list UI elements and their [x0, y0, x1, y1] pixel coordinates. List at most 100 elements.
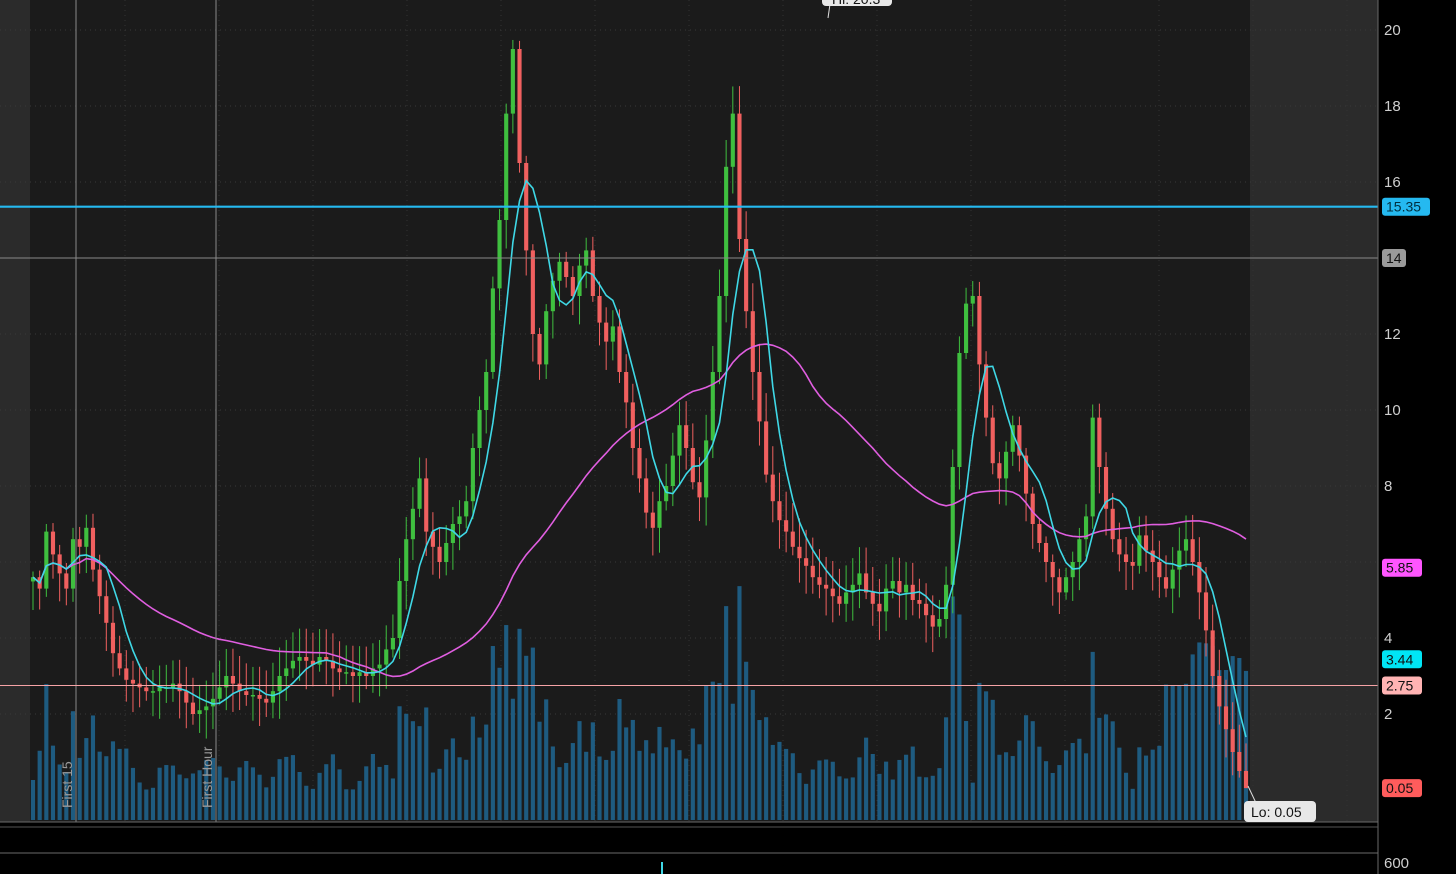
candle-body — [1037, 524, 1042, 543]
volume-bar — [1157, 745, 1162, 820]
candle-body — [557, 261, 562, 281]
candle-body — [1163, 577, 1169, 589]
candle-body — [930, 615, 935, 627]
volume-bar — [377, 766, 382, 820]
candle-body — [1190, 539, 1195, 562]
candle-body — [597, 296, 602, 323]
volume-bar — [277, 759, 282, 820]
volume-bar — [1123, 772, 1129, 820]
volume-bar — [537, 721, 542, 820]
candle-body — [284, 668, 289, 676]
volume-bar — [670, 739, 675, 820]
volume-bar — [1037, 746, 1042, 820]
candle-body — [1183, 539, 1189, 551]
candle-body — [537, 334, 542, 365]
volume-bar — [257, 774, 262, 820]
volume-bar — [490, 646, 495, 820]
volume-bar — [970, 782, 975, 820]
candle-body — [770, 474, 775, 502]
candle-body — [350, 672, 355, 676]
volume-bar — [550, 746, 555, 820]
candle-body — [990, 417, 995, 464]
volume-bar — [330, 754, 335, 820]
volume-bar — [404, 713, 409, 820]
volume-bar — [184, 778, 189, 820]
volume-bar — [617, 699, 622, 820]
price-chart[interactable]: First 15 First Hour 20 18 16 14 12 10 8 4 2 600 15.3… — [0, 0, 1456, 874]
candle — [1090, 404, 1095, 529]
volume-bar — [1063, 750, 1069, 820]
volume-bar — [190, 773, 196, 820]
candle-body — [864, 573, 869, 593]
volume-bar — [90, 715, 96, 820]
candle-body — [64, 573, 69, 589]
candle-body — [937, 619, 942, 627]
volume-bar — [1003, 752, 1009, 820]
candle-body — [777, 501, 782, 521]
volume-bar — [117, 748, 122, 820]
volume-bar — [157, 767, 162, 820]
volume-bar — [1090, 651, 1095, 820]
volume-bar — [944, 717, 949, 820]
candle-body — [404, 539, 409, 581]
candle-body — [1217, 676, 1222, 707]
y-axis-tick-label: 12 — [1384, 326, 1401, 343]
volume-bar — [877, 773, 882, 820]
candle-body — [437, 546, 442, 562]
candle-body — [50, 531, 56, 555]
candle-body — [870, 592, 875, 604]
volume-bar — [897, 759, 902, 820]
candle-body — [204, 706, 209, 711]
candle-body — [804, 558, 809, 566]
candle-body — [144, 687, 149, 692]
candle-body — [197, 710, 202, 714]
volume-bar — [917, 776, 922, 820]
candle-body — [670, 455, 675, 486]
price-tag-14: 14 — [1382, 249, 1406, 267]
volume-bar — [1137, 747, 1142, 820]
candle-body — [1137, 535, 1142, 566]
volume-bar — [444, 749, 449, 820]
lower-pane-marker — [661, 862, 663, 874]
candle-body — [564, 261, 569, 277]
volume-bar — [844, 778, 849, 820]
volume-bar — [504, 625, 509, 820]
volume-bar — [957, 614, 962, 820]
candle-body — [897, 581, 902, 593]
volume-bar — [250, 767, 256, 820]
volume-bar — [290, 755, 295, 820]
candle-body — [1203, 592, 1209, 631]
volume-bar — [1143, 755, 1149, 820]
candle-body — [790, 531, 795, 547]
candle-body — [1123, 554, 1129, 562]
y-axis-tick-label: 20 — [1384, 22, 1401, 39]
candle-body — [150, 691, 156, 693]
volume-bar — [590, 722, 595, 820]
candle-body — [857, 573, 862, 585]
volume-bar — [364, 766, 369, 820]
volume-bar — [770, 744, 775, 820]
y-axis-tick-label: 10 — [1384, 402, 1401, 419]
volume-bar — [810, 769, 815, 820]
candle-body — [917, 600, 922, 604]
volume-bar — [757, 720, 762, 820]
candle — [490, 276, 495, 379]
price-tag-15-35-text: 15.35 — [1386, 199, 1421, 215]
candle — [44, 524, 49, 597]
low-callout-text: Lo: 0.05 — [1251, 804, 1302, 820]
price-tag-15-35: 15.35 — [1382, 197, 1430, 216]
volume-bar — [1163, 684, 1169, 820]
candle-body — [490, 288, 495, 372]
volume-bar — [984, 691, 989, 820]
volume-bar — [650, 753, 655, 820]
candle-body — [90, 527, 96, 570]
candle-body — [650, 512, 655, 528]
volume-bar — [564, 762, 569, 820]
candle-body — [704, 440, 709, 498]
candle-body — [190, 702, 196, 714]
price-tag-0-05-text: 0.05 — [1386, 780, 1413, 796]
volume-bar — [817, 760, 822, 820]
candle-body — [1157, 562, 1162, 578]
volume-bar — [337, 769, 342, 820]
volume-bar — [270, 776, 276, 820]
